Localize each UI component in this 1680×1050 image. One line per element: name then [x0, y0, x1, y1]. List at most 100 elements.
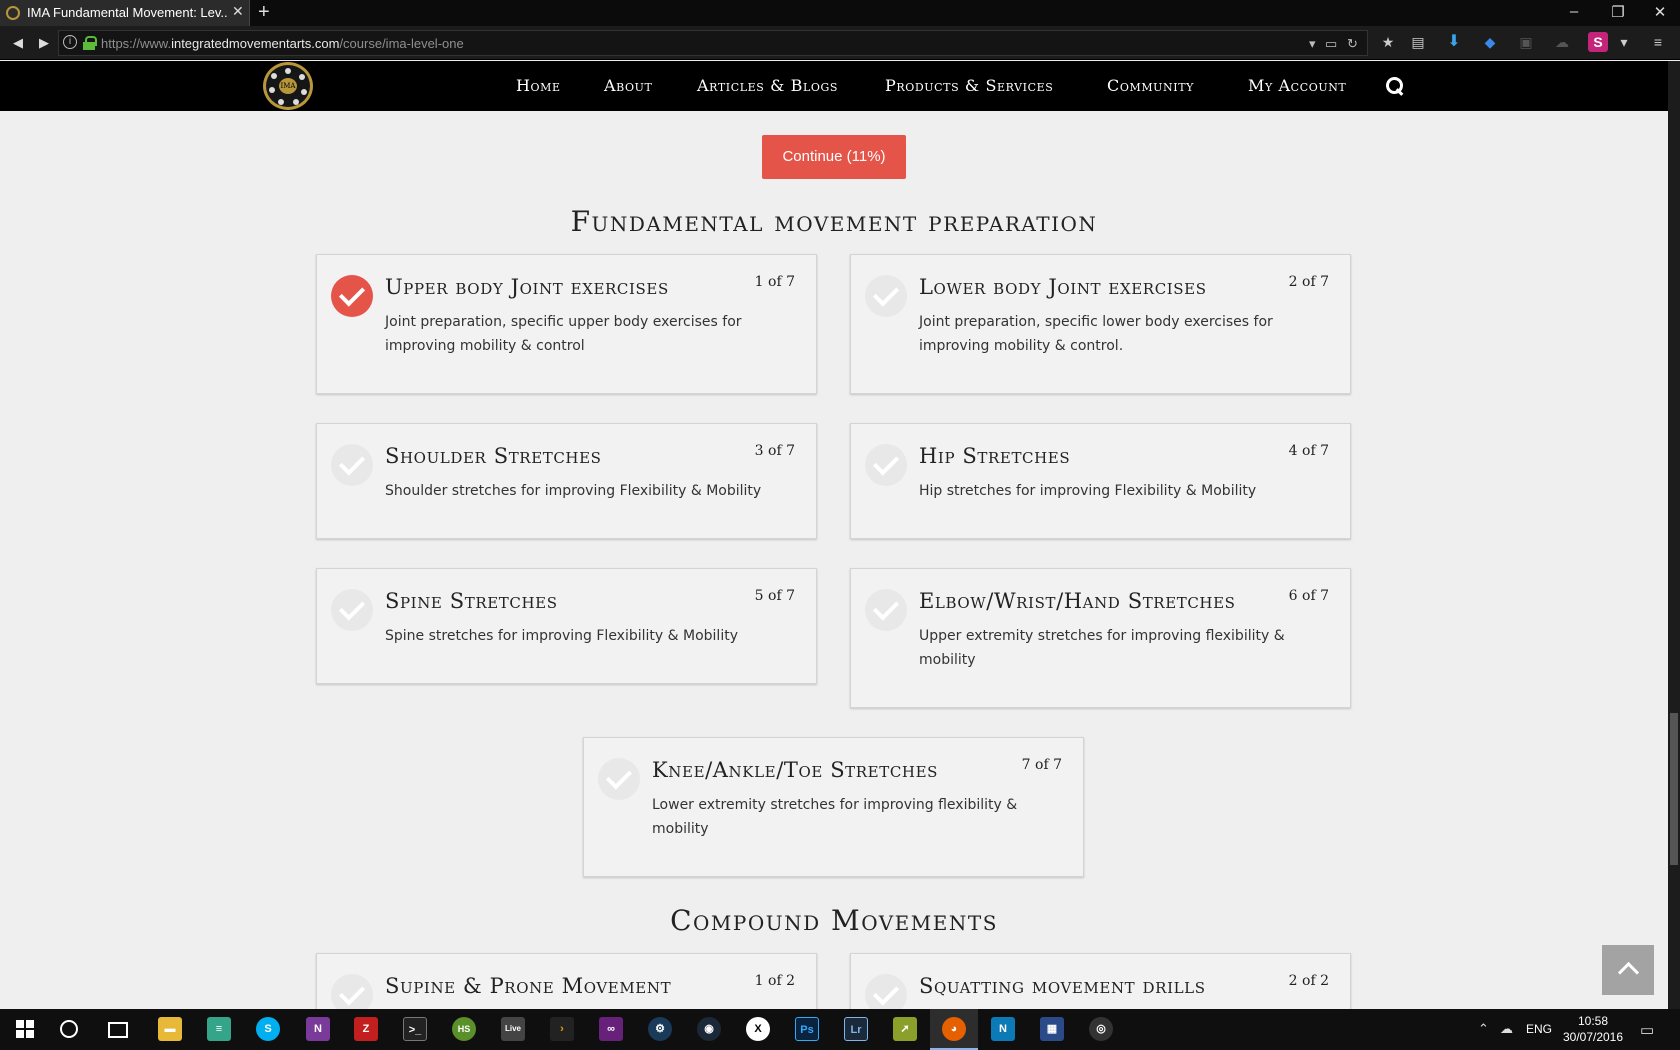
lesson-description: Lower extremity stretches for improving … [652, 797, 1018, 837]
reload-icon[interactable]: ↻ [1347, 36, 1358, 52]
download-icon[interactable]: ⬇ [1444, 32, 1464, 52]
browser-toolbar: ◀ ▶ i https://www.integratedmovementarts… [0, 26, 1680, 60]
continue-button[interactable]: Continue (11%) [762, 135, 906, 179]
lesson-card-elbow-wrist-hand[interactable]: Elbow/Wrist/Hand Stretches 6 of 7 Upper … [850, 568, 1351, 708]
app-arrow-icon[interactable]: ➚ [893, 1017, 917, 1041]
page-scrollbar[interactable] [1668, 61, 1680, 1009]
completed-check-icon [331, 275, 373, 317]
visual-studio-icon[interactable]: ∞ [599, 1017, 623, 1041]
site-info-icon[interactable]: i [63, 35, 77, 49]
lesson-count: 3 of 7 [754, 443, 795, 459]
system-clock[interactable]: 10:58 30/07/2016 [1558, 1013, 1628, 1045]
terminal-icon[interactable]: >_ [403, 1017, 427, 1041]
windows-start-icon[interactable] [16, 1020, 34, 1038]
bookmark-star-icon[interactable]: ★ [1378, 32, 1398, 52]
lesson-description: Spine stretches for improving Flexibilit… [385, 628, 738, 644]
address-bar[interactable]: i https://www.integratedmovementarts.com… [58, 30, 1368, 56]
lesson-count: 6 of 7 [1288, 588, 1329, 604]
lesson-count: 2 of 2 [1288, 973, 1329, 989]
cortana-icon[interactable] [60, 1020, 78, 1038]
search-icon[interactable] [1386, 77, 1404, 95]
incomplete-check-icon [865, 444, 907, 486]
back-icon[interactable]: ◀ [6, 31, 30, 55]
lesson-count: 5 of 7 [754, 588, 795, 604]
incomplete-check-icon [865, 275, 907, 317]
lesson-card-hip[interactable]: Hip Stretches 4 of 7 Hip stretches for i… [850, 423, 1351, 539]
minimize-icon[interactable]: – [1564, 3, 1584, 20]
lightroom-icon[interactable]: Lr [844, 1017, 868, 1041]
lesson-title: Spine Stretches [385, 589, 558, 613]
lesson-card-knee-ankle-toe[interactable]: Knee/Ankle/Toe Stretches 7 of 7 Lower ex… [583, 737, 1084, 877]
back-to-top-button[interactable] [1602, 945, 1654, 995]
firefox-icon[interactable]: ◕ [942, 1017, 966, 1041]
extension-s-icon[interactable]: S [1588, 32, 1608, 52]
plex-icon[interactable]: › [550, 1017, 574, 1041]
clock-date: 30/07/2016 [1562, 1030, 1624, 1044]
incomplete-check-icon [331, 444, 373, 486]
hotspot-shield-icon[interactable]: HS [452, 1017, 476, 1041]
lesson-description: Shoulder stretches for improving Flexibi… [385, 483, 762, 499]
file-explorer-icon[interactable]: ▬ [158, 1017, 182, 1041]
scrollbar-thumb[interactable] [1670, 713, 1678, 865]
tab-close-icon[interactable]: ✕ [232, 3, 244, 20]
nav-about[interactable]: About [604, 76, 652, 95]
bookmarks-list-icon[interactable]: ▤ [1408, 32, 1428, 52]
lesson-count: 7 of 7 [1021, 757, 1062, 773]
steam-icon[interactable]: ◉ [697, 1017, 721, 1041]
extension-dropdown-icon[interactable]: ▾ [1614, 32, 1634, 52]
language-indicator[interactable]: ENG [1526, 1022, 1552, 1036]
nav-my-account[interactable]: My Account [1248, 76, 1346, 95]
tab-title: IMA Fundamental Movement: Lev... [27, 5, 227, 20]
section-title: Fundamental movement preparation [570, 205, 1098, 238]
photoshop-icon[interactable]: Ps [795, 1017, 819, 1041]
action-center-icon[interactable]: ▭ [1640, 1021, 1654, 1039]
xbox-icon[interactable]: X [746, 1017, 770, 1041]
clock-time: 10:58 [1577, 1014, 1609, 1028]
skype-icon[interactable]: S [256, 1017, 280, 1041]
app-circle-icon[interactable]: ⚙ [648, 1017, 672, 1041]
new-tab-button[interactable]: + [258, 1, 270, 24]
restore-icon[interactable]: ❐ [1608, 3, 1628, 21]
url-text[interactable]: https://www.integratedmovementarts.com/c… [101, 36, 464, 51]
sheets-icon[interactable]: ≡ [207, 1017, 231, 1041]
browser-titlebar: IMA Fundamental Movement: Lev... ✕ + – ❐… [0, 0, 1680, 26]
windows-taskbar: ▬ ≡ S N Z >_ HS Live › ∞ ⚙ ◉ X Ps Lr ➚ ◕… [0, 1009, 1680, 1050]
dropdown-icon[interactable]: ▾ [1309, 36, 1316, 52]
extension-gem-icon[interactable]: ◆ [1480, 32, 1500, 52]
lesson-card-shoulder[interactable]: Shoulder Stretches 3 of 7 Shoulder stret… [316, 423, 817, 539]
lesson-count: 1 of 2 [754, 973, 795, 989]
nav-products-services[interactable]: Products & Services [885, 76, 1053, 95]
lesson-description: Joint preparation, specific lower body e… [919, 314, 1273, 354]
app-monitor-icon[interactable]: ▦ [1040, 1017, 1064, 1041]
reader-view-icon[interactable]: ▭ [1325, 36, 1337, 52]
extension-cloud-icon[interactable]: ☁ [1552, 32, 1572, 52]
nav-articles-blogs[interactable]: Articles & Blogs [697, 76, 838, 95]
nav-community[interactable]: Community [1107, 76, 1194, 95]
filezilla-icon[interactable]: Z [354, 1017, 378, 1041]
lesson-description: Upper extremity stretches for improving … [919, 628, 1285, 668]
extension-hd-icon[interactable]: ▣ [1516, 32, 1536, 52]
tray-network-icon[interactable]: ☁ [1500, 1021, 1513, 1037]
onenote-icon[interactable]: N [306, 1017, 330, 1041]
incomplete-check-icon [598, 758, 640, 800]
live-icon[interactable]: Live [501, 1017, 525, 1041]
lesson-card-lower-body[interactable]: Lower body Joint exercises 2 of 7 Joint … [850, 254, 1351, 394]
lesson-title: Squatting movement drills [919, 974, 1206, 998]
lesson-card-spine[interactable]: Spine Stretches 5 of 7 Spine stretches f… [316, 568, 817, 684]
window-close-icon[interactable]: ✕ [1650, 3, 1670, 21]
logo-text: IMA [279, 78, 297, 94]
notepad-icon[interactable]: N [991, 1017, 1015, 1041]
nav-home[interactable]: Home [516, 76, 561, 95]
site-logo[interactable]: IMA [263, 62, 313, 110]
forward-icon[interactable]: ▶ [32, 31, 56, 55]
tray-expand-icon[interactable]: ⌃ [1478, 1021, 1489, 1037]
lesson-card-upper-body[interactable]: Upper body Joint exercises 1 of 7 Joint … [316, 254, 817, 394]
obs-icon[interactable]: ◎ [1089, 1017, 1113, 1041]
lesson-count: 4 of 7 [1288, 443, 1329, 459]
lesson-description: Joint preparation, specific upper body e… [385, 314, 742, 354]
site-header: IMA Home About Articles & Blogs Products… [0, 61, 1668, 111]
task-view-icon[interactable] [108, 1022, 128, 1038]
browser-tab[interactable]: IMA Fundamental Movement: Lev... ✕ [0, 0, 250, 26]
lesson-count: 1 of 7 [754, 274, 795, 290]
menu-icon[interactable]: ≡ [1648, 32, 1668, 52]
